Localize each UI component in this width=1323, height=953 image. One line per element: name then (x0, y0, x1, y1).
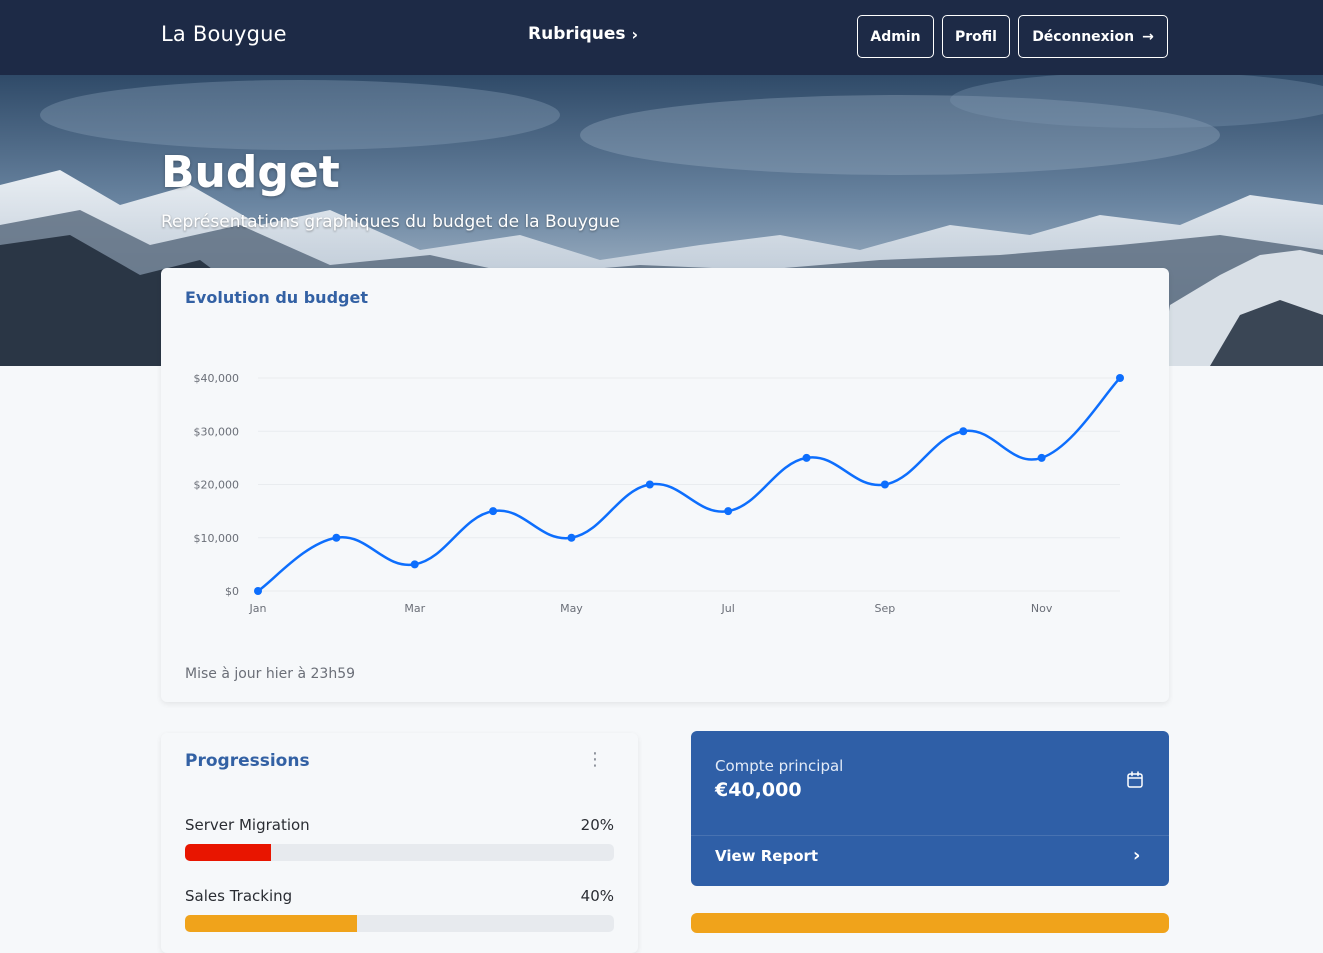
progress-track (185, 844, 614, 861)
admin-button-label: Admin (870, 28, 921, 45)
progress-fill (185, 915, 357, 932)
account-label: Compte principal (715, 757, 844, 775)
progressions-card: Progressions ⋮ Server Migration 20% Sale… (161, 733, 638, 953)
top-navbar: La Bouygue Rubriques › Admin Profil Déco… (0, 0, 1323, 75)
data-point (724, 507, 733, 516)
chevron-right-icon[interactable]: › (1133, 845, 1140, 866)
y-tick-label: $30,000 (194, 425, 240, 438)
x-tick-label: Nov (1031, 602, 1053, 615)
data-point (410, 560, 419, 569)
data-point (645, 480, 654, 489)
data-point (959, 427, 968, 436)
calendar-icon (1127, 771, 1143, 788)
next-stat-card (691, 913, 1169, 933)
profil-button[interactable]: Profil (942, 15, 1010, 58)
x-tick-label: Jul (721, 602, 735, 615)
arrow-right-icon: → (1142, 28, 1154, 45)
data-point (1037, 453, 1046, 462)
data-point (1116, 374, 1124, 382)
page-title: Budget (161, 147, 340, 198)
progress-track (185, 915, 614, 932)
budget-chart-card: $0 $10,000 $20,000 $30,000 $40,000 Jan Mar May J… (161, 268, 1169, 702)
progress-percent: 20% (580, 816, 614, 834)
admin-button[interactable]: Admin (857, 15, 934, 58)
chart-updated-note: Mise à jour hier à 23h59 (185, 666, 356, 682)
data-point (567, 533, 576, 542)
progress-fill (185, 844, 271, 861)
data-point (254, 587, 262, 595)
budget-line-chart: $0 $10,000 $20,000 $30,000 $40,000 Jan Mar May J… (194, 372, 1124, 615)
data-point (332, 533, 341, 542)
account-balance: €40,000 (715, 779, 802, 801)
logout-button[interactable]: Déconnexion → (1018, 15, 1168, 58)
y-tick-label: $0 (225, 585, 239, 598)
rubriques-label: Rubriques (528, 24, 626, 44)
x-tick-label: Mar (404, 602, 425, 615)
data-point (802, 453, 811, 462)
x-tick-label: Jan (249, 602, 267, 615)
chart-card-title: Evolution du budget (185, 288, 368, 307)
y-tick-label: $10,000 (194, 532, 240, 545)
view-report-link[interactable]: View Report (715, 847, 818, 865)
progress-label: Sales Tracking (185, 887, 293, 905)
chevron-right-icon: › (631, 24, 639, 44)
account-divider (691, 835, 1169, 836)
data-point (489, 507, 498, 516)
y-tick-label: $20,000 (194, 479, 240, 492)
profil-button-label: Profil (955, 28, 997, 45)
page-subtitle: Représentations graphiques du budget de … (161, 212, 620, 232)
progressions-title: Progressions (185, 751, 310, 771)
x-tick-label: May (560, 602, 583, 615)
kebab-icon[interactable]: ⋮ (586, 751, 604, 769)
rubriques-link[interactable]: Rubriques › (528, 24, 638, 44)
y-tick-label: $40,000 (194, 372, 240, 385)
logout-button-label: Déconnexion (1032, 28, 1135, 45)
data-point (880, 480, 889, 489)
brand-link[interactable]: La Bouygue (161, 22, 287, 46)
main-account-card: Compte principal €40,000 View Report › (691, 731, 1169, 886)
progress-label: Server Migration (185, 816, 310, 834)
progress-percent: 40% (580, 887, 614, 905)
x-tick-label: Sep (875, 602, 896, 615)
